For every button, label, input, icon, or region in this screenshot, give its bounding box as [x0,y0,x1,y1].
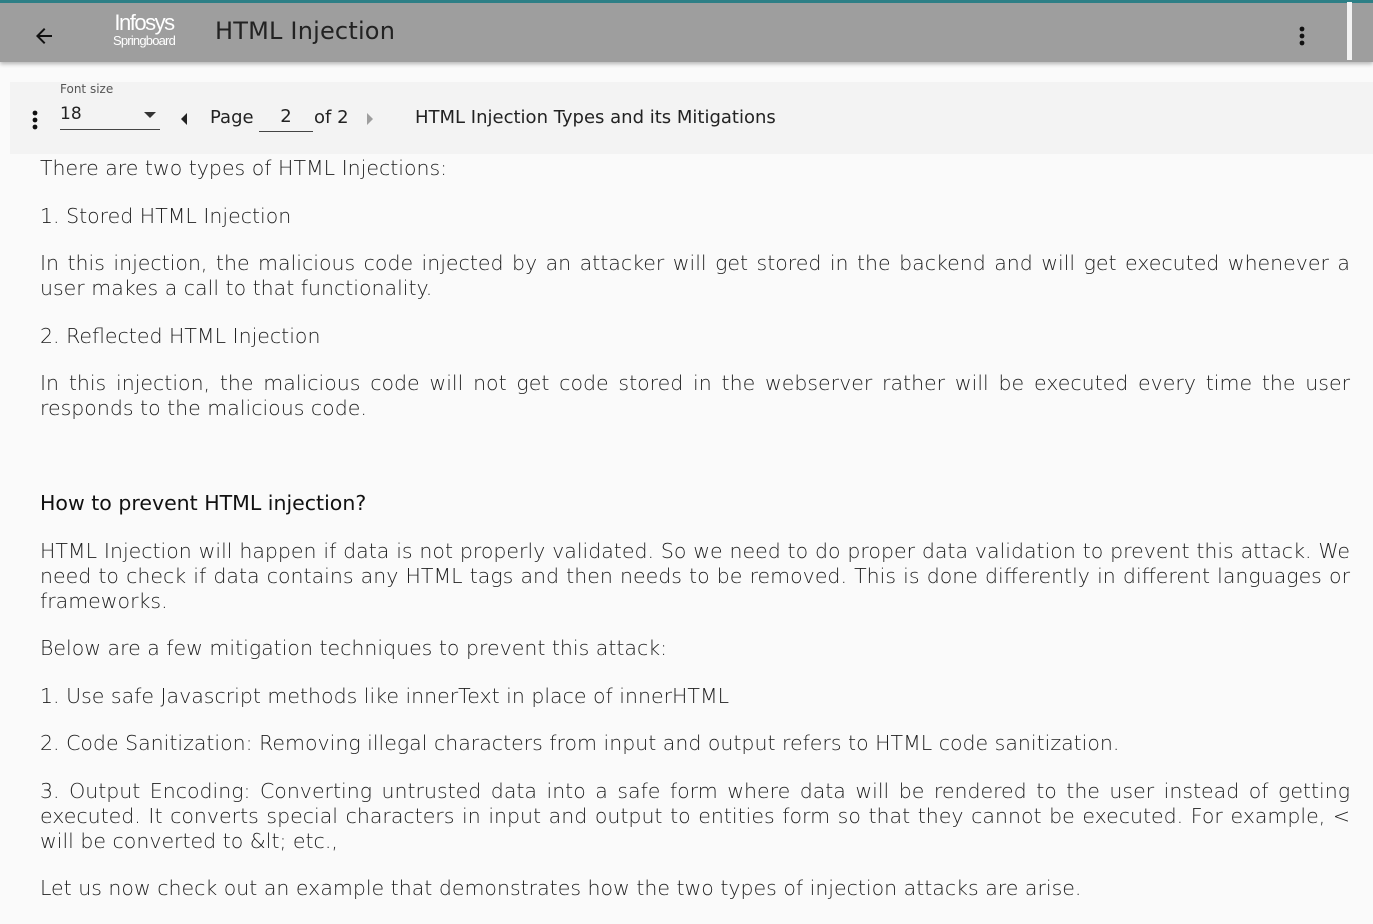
paragraph: 2. Code Sanitization: Removing illegal c… [40,731,1120,755]
logo-line1: Infosys [114,10,175,35]
more-vert-icon [32,110,38,130]
paragraph: There are two types of HTML Injections: [40,156,448,180]
more-vert-icon [1299,26,1305,46]
paragraph: 2. Reflected HTML Injection [40,323,321,348]
paragraph: 1. Stored HTML Injection [40,203,292,228]
paragraph: In this injection, the malicious code wi… [40,371,1350,420]
font-size-value: 18 [60,104,82,124]
back-button[interactable] [22,16,66,56]
logo-line2: Springboard [112,33,176,48]
document-title: HTML Injection Types and its Mitigations [415,107,776,128]
caret-left-icon [181,113,187,125]
infosys-springboard-logo: Infosys Springboard [108,11,180,55]
document-content: There are two types of HTML Injections: … [40,156,1350,924]
caret-right-icon [367,113,373,125]
paragraph: In this injection, the malicious code in… [40,251,1350,300]
page-title: HTML Injection [215,17,396,45]
paragraph: Let us now check out an example that dem… [40,876,1082,900]
prev-page-button[interactable] [174,108,194,130]
paragraph: HTML Injection will happen if data is no… [40,538,1350,613]
next-page-button[interactable] [360,108,380,130]
paragraph: 3. Output Encoding: Converting untrusted… [40,778,1350,853]
reader-toolbar: Font size 18 Page 2 of 2 HTML Injection … [10,82,1373,154]
page-number-input[interactable]: 2 [259,106,313,132]
panel-divider [1347,2,1352,60]
section-heading: How to prevent HTML injection? [40,491,367,515]
font-size-select[interactable]: 18 [60,104,160,130]
app-bar: Infosys Springboard HTML Injection [0,0,1373,62]
page-total: of 2 [314,107,349,128]
toolbar-menu-button[interactable] [24,104,46,136]
paragraph: 1. Use safe Javascript methods like inne… [40,683,730,708]
paragraph: Below are a few mitigation techniques to… [40,636,668,660]
font-size-label: Font size [60,82,114,96]
app-menu-button[interactable] [1286,16,1318,56]
arrow-left-icon [36,28,52,44]
chevron-down-icon [144,112,156,118]
page-label: Page [210,107,254,128]
